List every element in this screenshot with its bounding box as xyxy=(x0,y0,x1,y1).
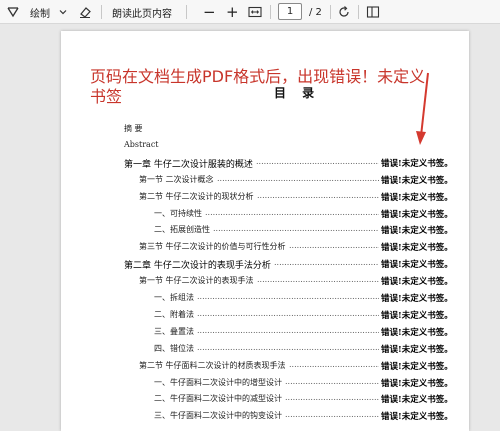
toc-entry: 第二节 牛仔二次设计的现状分析 错误!未定义书签。................… xyxy=(61,191,469,207)
toc-leader-dots: ........................................… xyxy=(256,156,379,166)
pdf-page: 页码在文档生成PDF格式后，出现错误！未定义书签 目 录 摘 要 Abstract… xyxy=(61,31,469,431)
toc-entry: 三、叠置法 错误!未定义书签。..........................… xyxy=(61,326,469,342)
read-aloud-button[interactable]: 朗读此页内容 xyxy=(112,0,172,24)
toolbar-divider xyxy=(186,5,187,19)
toc-entry-page-error: 错误!未定义书签。 xyxy=(381,412,453,423)
zoom-out-button[interactable]: − xyxy=(203,0,216,24)
toc-entry-label: 第二节 牛仔面料二次设计的材质表现手法 xyxy=(139,360,286,370)
toc-entry: 二、拓展创造性 错误!未定义书签。........................… xyxy=(61,224,469,240)
toc-entry-label: 第三节 牛仔二次设计的价值与可行性分析 xyxy=(139,242,286,252)
toc-entry: 第二章 牛仔二次设计的表现手法分析 错误!未定义书签。..............… xyxy=(61,258,469,274)
toc-entry: 第一节 二次设计概念 错误!未定义书签。.....................… xyxy=(61,174,469,190)
toc-entry: 二、牛仔面料二次设计中的减型设计 错误!未定义书签。...............… xyxy=(61,393,469,409)
toc-entry-label: 一、牛仔面料二次设计中的增型设计 xyxy=(154,377,282,387)
eraser-button[interactable] xyxy=(78,0,92,24)
chevron-down-icon xyxy=(59,10,67,15)
toc-entry-page-error: 错误!未定义书签。 xyxy=(381,361,453,372)
toc-entry-page-error: 错误!未定义书签。 xyxy=(381,192,453,203)
draw-icon xyxy=(7,7,19,18)
toc-entry-label: 第二章 牛仔二次设计的表现手法分析 xyxy=(124,261,271,272)
toc-leader-dots: ........................................… xyxy=(197,342,379,352)
toc-entry-label: 二、附着法 xyxy=(154,309,194,319)
toc-entry: 一、拆组法 错误!未定义书签。..........................… xyxy=(61,292,469,308)
rotate-button[interactable] xyxy=(337,0,351,24)
rotate-icon xyxy=(339,6,349,17)
toc-entry: 摘 要 xyxy=(61,123,469,139)
toc-leader-dots: ........................................… xyxy=(205,207,379,217)
toc-entry: 二、附着法 错误!未定义书签。..........................… xyxy=(61,309,469,325)
toc-entry-page-error: 错误!未定义书签。 xyxy=(381,158,453,169)
toc-entry-page-error: 错误!未定义书签。 xyxy=(381,209,453,220)
toc-leader-dots: ........................................… xyxy=(257,275,379,285)
toc-entry: 第三节 牛仔二次设计的价值与可行性分析 错误!未定义书签。............… xyxy=(61,241,469,257)
toc-entry-label: 二、拓展创造性 xyxy=(154,225,210,235)
draw-tool-button[interactable]: 绘制 xyxy=(6,0,50,24)
toc-leader-dots: ........................................… xyxy=(213,224,379,234)
toc-entry: 一、牛仔面料二次设计中的增型设计 错误!未定义书签。...............… xyxy=(61,377,469,393)
toc-entry-label: 三、牛仔面料二次设计中的钩变设计 xyxy=(154,411,282,421)
draw-dropdown-button[interactable] xyxy=(58,0,68,24)
toc-entry-label: 三、叠置法 xyxy=(154,326,194,336)
toc-entry-page-error: 错误!未定义书签。 xyxy=(381,378,453,389)
toc-entry: Abstract xyxy=(61,140,469,156)
fit-page-button[interactable] xyxy=(248,0,262,24)
toc-entry: 三、牛仔面料二次设计中的钩变设计 错误!未定义书签。...............… xyxy=(61,410,469,426)
toc-leader-dots: ........................................… xyxy=(217,173,379,183)
toc-leader-dots: ........................................… xyxy=(285,376,379,386)
toc-entry-label: 第二节 牛仔二次设计的现状分析 xyxy=(139,191,254,201)
toc-entry-page-error: 错误!未定义书签。 xyxy=(381,277,453,288)
toolbar-divider xyxy=(358,5,359,19)
page-view-icon xyxy=(366,6,380,18)
toolbar-divider xyxy=(330,5,331,19)
toc-entry: 第一章 牛仔二次设计服装的概述 错误!未定义书签。................… xyxy=(61,157,469,173)
toc-entry: 第一节 牛仔二次设计的表现手法 错误!未定义书签。................… xyxy=(61,275,469,291)
toc-entry-label: 第一节 二次设计概念 xyxy=(139,174,214,184)
toc-entry-page-error: 错误!未定义书签。 xyxy=(381,344,453,355)
read-aloud-label: 朗读此页内容 xyxy=(112,8,172,20)
toc-entry-page-error: 错误!未定义书签。 xyxy=(381,395,453,406)
toc-leader-dots: ........................................… xyxy=(289,241,379,251)
toc-entry-page-error: 错误!未定义书签。 xyxy=(381,310,453,321)
toc-entry: 一、可持续性 错误!未定义书签。.........................… xyxy=(61,208,469,224)
toc-entry-page-error: 错误!未定义书签。 xyxy=(381,294,453,304)
toc-leader-dots: ........................................… xyxy=(197,325,379,335)
toc-entry-label: 第一章 牛仔二次设计服装的概述 xyxy=(124,159,253,170)
toc-entry-label: 摘 要 xyxy=(124,124,143,133)
toc-leader-dots: ........................................… xyxy=(197,308,379,318)
toc-entry-page-error: 错误!未定义书签。 xyxy=(381,243,453,254)
toc-entry-page-error: 错误!未定义书签。 xyxy=(381,260,453,271)
zoom-in-button[interactable]: + xyxy=(226,0,239,24)
toc-leader-dots: ........................................… xyxy=(274,258,379,268)
toc-entry: 四、错位法 错误!未定义书签。..........................… xyxy=(61,343,469,359)
zoom-in-icon: + xyxy=(226,3,239,21)
toc-entry-page-error: 错误!未定义书签。 xyxy=(381,327,453,338)
toc-entry-label: Abstract xyxy=(124,139,159,149)
toc-entry-label: 一、可持续性 xyxy=(154,208,202,218)
page-total-label: / 2 xyxy=(309,6,322,18)
draw-label: 绘制 xyxy=(30,8,50,20)
toc-entry: 第二节 牛仔面料二次设计的材质表现手法 错误!未定义书签。............… xyxy=(61,360,469,376)
toc-entry-label: 一、拆组法 xyxy=(154,293,194,302)
pdf-toolbar: 绘制 朗读此页内容 − + 1 / 2 xyxy=(0,0,500,24)
toc-leader-dots: ........................................… xyxy=(285,410,379,420)
toolbar-divider xyxy=(270,5,271,19)
toc-leader-dots: ........................................… xyxy=(197,292,379,301)
toc-entry-page-error: 错误!未定义书签。 xyxy=(381,175,453,186)
toc-entry-label: 第一节 牛仔二次设计的表现手法 xyxy=(139,276,254,286)
toc-leader-dots: ........................................… xyxy=(289,359,379,369)
zoom-out-icon: − xyxy=(203,3,216,21)
page-total: / 2 xyxy=(309,0,322,24)
page-view-button[interactable] xyxy=(366,0,380,24)
toolbar-divider xyxy=(101,5,102,19)
toc-leader-dots: ........................................… xyxy=(257,190,379,200)
toc-entry-label: 四、错位法 xyxy=(154,343,194,353)
toc-entry-label: 二、牛仔面料二次设计中的减型设计 xyxy=(154,394,282,404)
toc-entry-page-error: 错误!未定义书签。 xyxy=(381,226,453,237)
eraser-icon xyxy=(80,7,91,18)
toc-leader-dots: ........................................… xyxy=(285,393,379,403)
page-number-value: 1 xyxy=(286,6,294,17)
fit-width-icon xyxy=(248,6,262,18)
document-title: 目 录 xyxy=(274,86,321,100)
page-number-input[interactable]: 1 xyxy=(278,3,302,20)
